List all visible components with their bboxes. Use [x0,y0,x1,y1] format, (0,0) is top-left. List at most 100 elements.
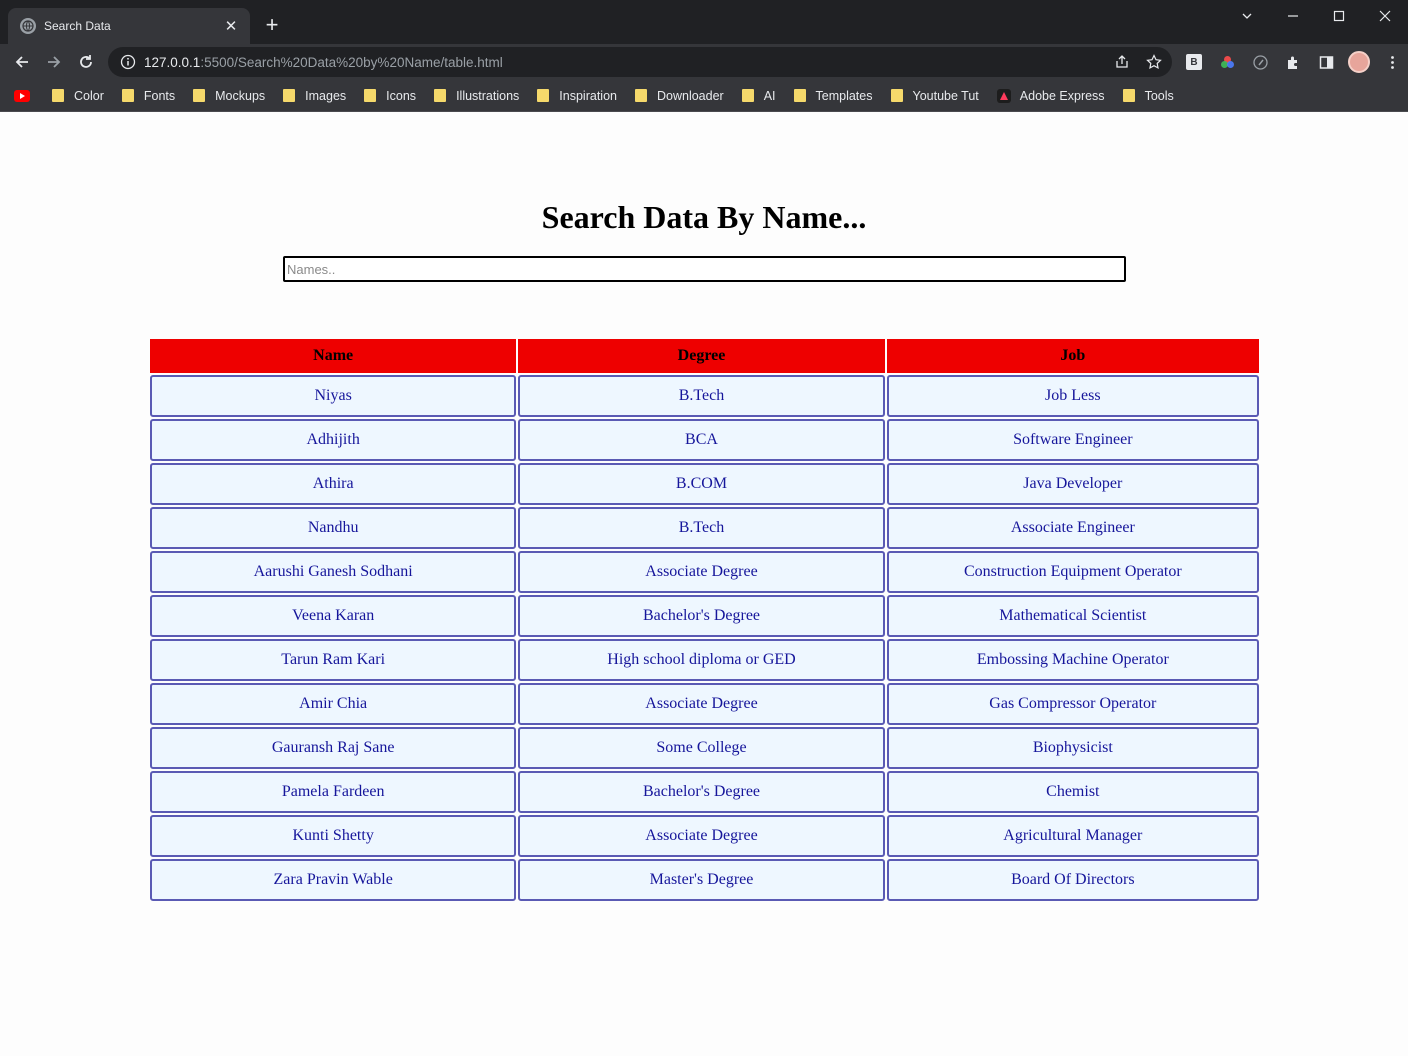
bookmark-item[interactable]: Youtube Tut [890,89,979,103]
cell-name: Athira [150,463,517,505]
bookmark-item[interactable]: Downloader [634,88,724,103]
folder-icon [193,89,206,102]
cell-degree: Associate Degree [518,683,885,725]
bookmark-item[interactable] [14,89,34,102]
cell-name: Nandhu [150,507,517,549]
window-controls [1224,0,1408,32]
close-tab-icon[interactable]: ✕ [222,17,240,35]
share-icon[interactable] [1112,52,1132,72]
cell-name: Amir Chia [150,683,517,725]
color-picker-extension-icon[interactable] [1215,50,1239,74]
bookmark-label: Icons [386,88,417,103]
bookmark-item[interactable]: Mockups [193,89,265,103]
cell-degree: Associate Degree [518,551,885,593]
profile-avatar[interactable] [1347,50,1371,74]
tab-search-icon[interactable] [1224,0,1270,32]
bitwarden-extension-icon[interactable]: B [1182,50,1206,74]
cell-job: Embossing Machine Operator [886,639,1259,681]
extensions-puzzle-icon[interactable] [1281,50,1305,74]
bookmark-label: Adobe Express [1019,88,1105,103]
folder-icon [537,89,550,102]
table-row: Amir Chia Associate Degree Gas Compressor … [150,683,1259,725]
cell-job: Agricultural Manager [886,815,1259,857]
cell-job: Job Less [886,375,1259,417]
bookmark-item[interactable]: Illustrations [434,89,519,103]
folder-icon [434,89,447,102]
bookmark-label: Downloader [656,88,724,103]
cell-name: Adhijith [150,419,517,461]
maximize-icon[interactable] [1316,0,1362,32]
cell-degree: Master's Degree [518,859,885,901]
table-row: Nandhu B.Tech Associate Engineer [150,507,1259,549]
cell-degree: Bachelor's Degree [518,595,885,637]
bookmark-item[interactable]: Fonts [121,88,176,103]
cell-name: Zara Pravin Wable [150,859,517,901]
cell-degree: B.Tech [518,375,885,417]
globe-icon [20,18,36,34]
table-row: Aarushi Ganesh Sodhani Associate Degree Co… [150,551,1259,593]
column-header-degree[interactable]: Degree [518,339,885,373]
table-row: Adhijith BCA Software Engineer [150,419,1259,461]
table-row: Gauransh Raj Sane Some College Biophysicis… [150,727,1259,769]
folder-icon [634,89,647,102]
cell-name: Tarun Ram Kari [150,639,517,681]
cell-degree: B.Tech [518,507,885,549]
bookmark-item[interactable]: Inspiration [537,89,617,103]
table-row: Kunti Shetty Associate Degree Agricultural… [150,815,1259,857]
cell-job: Software Engineer [886,419,1259,461]
forward-arrow-icon[interactable] [42,50,66,74]
cell-degree: BCA [518,419,885,461]
cell-job: Biophysicist [886,727,1259,769]
table-row: Niyas B.Tech Job Less [150,375,1259,417]
bookmark-label: Fonts [143,88,176,103]
bookmark-item[interactable]: Images [283,89,346,103]
bookmark-item[interactable]: Templates [793,88,873,103]
cell-name: Niyas [150,375,517,417]
search-input[interactable] [283,256,1126,282]
cell-job: Associate Engineer [886,507,1259,549]
cell-name: Kunti Shetty [150,815,517,857]
folder-icon [890,89,903,102]
adobe-express-icon [996,88,1011,103]
new-tab-button[interactable]: + [260,14,284,36]
menu-kebab-icon[interactable] [1380,50,1404,74]
back-arrow-icon[interactable] [10,50,34,74]
extensions-area: B [1182,50,1404,74]
table-row: Pamela Fardeen Bachelor's Degree Chemist [150,771,1259,813]
tab-title: Search Data [44,19,111,33]
bookmark-label: Templates [815,88,873,103]
cell-job: Board Of Directors [886,859,1259,901]
cell-name: Pamela Fardeen [150,771,517,813]
minimize-icon[interactable] [1270,0,1316,32]
cell-name: Gauransh Raj Sane [150,727,517,769]
browser-tab[interactable]: Search Data ✕ [8,8,250,44]
bookmark-label: AI [763,88,776,103]
table-row: Athira B.COM Java Developer [150,463,1259,505]
bookmark-item[interactable]: Icons [364,89,416,103]
youtube-icon [14,89,30,102]
bookmark-label: Tools [1144,88,1174,103]
column-header-name[interactable]: Name [150,339,517,373]
bookmark-item[interactable]: Color [52,89,104,103]
folder-icon [52,89,64,102]
cell-job: Chemist [886,771,1259,813]
side-panel-icon[interactable] [1314,50,1338,74]
bookmark-star-icon[interactable] [1144,52,1164,72]
folder-icon [121,89,134,102]
close-window-icon[interactable] [1362,0,1408,32]
bookmark-label: Color [74,88,104,103]
compass-extension-icon[interactable] [1248,50,1272,74]
column-header-job[interactable]: Job [886,339,1259,373]
address-bar[interactable]: 127.0.0.1:5500/Search%20Data%20by%20Name… [108,47,1172,77]
browser-toolbar: 127.0.0.1:5500/Search%20Data%20by%20Name… [0,44,1408,80]
cell-job: Java Developer [886,463,1259,505]
bookmark-item[interactable]: Adobe Express [996,88,1105,103]
folder-icon [793,89,806,102]
cell-job: Gas Compressor Operator [886,683,1259,725]
bookmark-item[interactable]: AI [741,88,776,103]
reload-icon[interactable] [74,50,98,74]
site-info-icon[interactable] [120,54,136,70]
bookmark-item[interactable]: Tools [1122,88,1174,103]
cell-degree: B.COM [518,463,885,505]
cell-job: Mathematical Scientist [886,595,1259,637]
